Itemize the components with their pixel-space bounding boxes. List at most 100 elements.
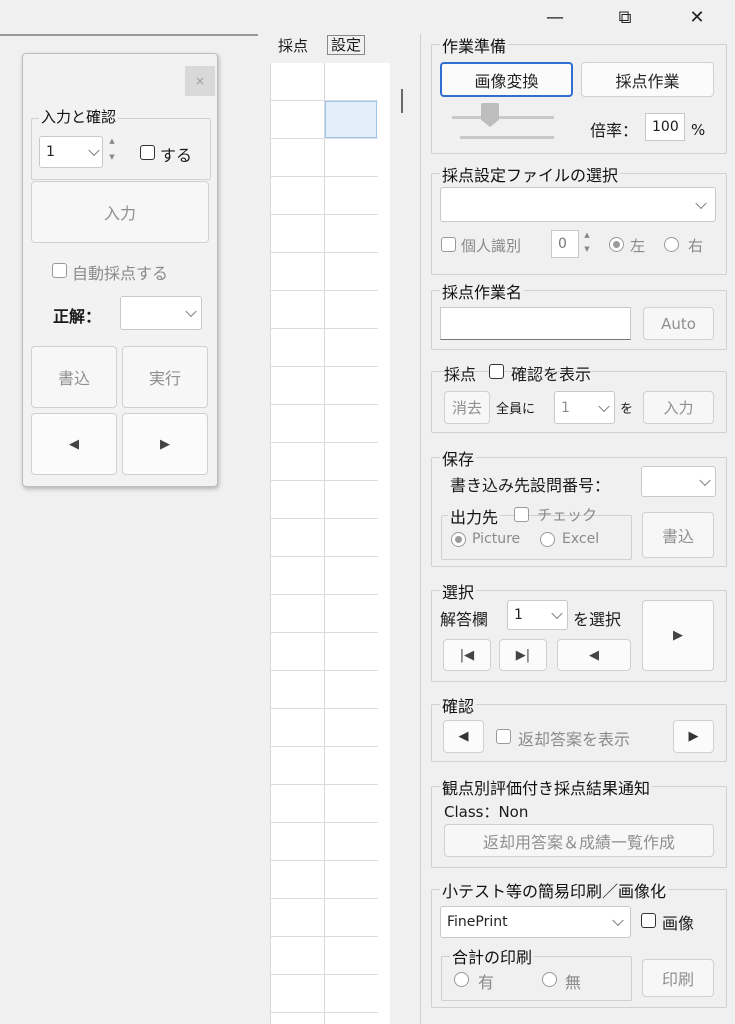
restore-icon: ⧉ [618, 6, 632, 28]
close-button[interactable]: ✕ [674, 0, 720, 34]
personal-id-spinner[interactable]: ▲ ▼ [581, 230, 593, 258]
zoom-slider-ticks [460, 136, 554, 139]
check-checkbox[interactable] [514, 507, 529, 522]
yes-radio[interactable] [454, 972, 469, 987]
answer-select[interactable] [120, 296, 202, 330]
personal-id-input[interactable]: 0 [551, 230, 579, 258]
input-confirm-palette: × 入力と確認 1 ▲ ▼ する 入力 自動採点する 正解： 書込 実行 ◀ ▶ [22, 53, 218, 487]
class-text: Class：Non [444, 803, 529, 821]
palette-close-button[interactable]: × [185, 66, 215, 96]
zoom-slider-track[interactable] [452, 116, 554, 119]
print-button[interactable]: 印刷 [642, 959, 714, 997]
check-label: チェック [537, 506, 598, 524]
grid-column-settings[interactable] [324, 63, 379, 1024]
no-radio[interactable] [542, 972, 557, 987]
grid-row-line [270, 822, 378, 823]
close-icon: ✕ [689, 6, 705, 28]
personal-id-value: 0 [558, 236, 567, 252]
write-button[interactable]: 書込 [31, 346, 117, 408]
grid-scrollbar-thumb[interactable] [401, 89, 403, 113]
show-return-label: 返却答案を表示 [518, 730, 631, 749]
confirm-next-button[interactable]: ▶ [673, 720, 714, 753]
selected-cell[interactable] [325, 101, 377, 138]
grid-row-line [270, 518, 378, 519]
save-dest-select[interactable] [641, 466, 716, 497]
grid-row-line [270, 442, 378, 443]
excel-radio[interactable] [540, 532, 555, 547]
picture-label: Picture [472, 531, 521, 547]
chevron-down-icon [695, 197, 707, 209]
make-report-button[interactable]: 返却用答案＆成績一覧作成 [444, 824, 714, 857]
panel-divider [420, 34, 421, 1024]
settings-file-select[interactable] [440, 187, 716, 222]
convert-image-button[interactable]: 画像変換 [440, 62, 573, 97]
zoom-label: 倍率： [590, 121, 639, 140]
left-radio[interactable] [609, 237, 624, 252]
auto-button[interactable]: Auto [643, 307, 714, 340]
confirm-prev-button[interactable]: ◀ [443, 720, 484, 753]
auto-grade-checkbox[interactable] [52, 263, 67, 278]
grading-work-button[interactable]: 採点作業 [581, 62, 714, 97]
task-name-input[interactable] [440, 307, 631, 340]
grid-row-line [270, 100, 378, 101]
grid-scroll-gutter [378, 63, 390, 1024]
input-button[interactable]: 入力 [31, 181, 209, 243]
picture-radio[interactable] [451, 532, 466, 547]
image-label: 画像 [662, 914, 695, 933]
right-arrow-icon: ▶ [688, 729, 699, 744]
last-button[interactable]: ▶| [499, 639, 547, 671]
output-label: 出力先 [448, 504, 501, 528]
grid-row-line [270, 176, 378, 177]
all-label: 全員に [496, 402, 536, 417]
grading-value-select[interactable]: 1 [554, 391, 615, 424]
show-confirm-checkbox[interactable] [489, 364, 504, 379]
grid-row-line [270, 1012, 378, 1013]
wo-label: を [620, 402, 634, 417]
personal-id-checkbox[interactable] [441, 237, 456, 252]
printer-select[interactable]: FinePrint [440, 906, 631, 938]
grid-row-line [270, 746, 378, 747]
close-icon: × [194, 74, 206, 88]
select-prev-button[interactable]: ◀ [557, 639, 631, 671]
grid-row-line [270, 936, 378, 937]
excel-label: Excel [562, 531, 600, 547]
show-confirm-label: 確認を表示 [511, 365, 592, 384]
grid-header-score[interactable]: 採点 [278, 35, 308, 56]
image-checkbox[interactable] [641, 913, 656, 928]
zoom-input[interactable]: 100 [645, 113, 685, 141]
grid-column-score[interactable] [270, 63, 325, 1024]
minimize-button[interactable]: — [532, 0, 578, 34]
grid-row-line [270, 632, 378, 633]
select-label: を選択 [573, 610, 622, 629]
auto-grade-label: 自動採点する [72, 264, 169, 283]
erase-button[interactable]: 消去 [444, 391, 490, 424]
prev-button[interactable]: ◀ [31, 413, 117, 475]
grid-row-line [270, 404, 378, 405]
grading-input-button[interactable]: 入力 [643, 391, 714, 424]
personal-id-label: 個人識別 [461, 237, 522, 255]
save-write-button[interactable]: 書込 [642, 512, 714, 558]
grid-row-line [270, 480, 378, 481]
next-button[interactable]: ▶ [122, 413, 208, 475]
last-icon: ▶| [515, 647, 531, 663]
select-next-button[interactable]: ▶ [642, 600, 714, 671]
number-spinner[interactable]: ▲ ▼ [106, 136, 118, 168]
grid-header-settings[interactable]: 設定 [327, 35, 366, 55]
answer-col-select[interactable]: 1 [507, 600, 568, 630]
grid-row-line [270, 974, 378, 975]
first-button[interactable]: |◀ [443, 639, 491, 671]
zoom-value: 100 [652, 119, 679, 135]
grid-row-line [270, 670, 378, 671]
number-select[interactable]: 1 [39, 136, 103, 168]
chevron-down-icon [88, 144, 100, 157]
first-icon: |◀ [459, 647, 475, 663]
grid-row-line [270, 328, 378, 329]
show-return-checkbox[interactable] [496, 729, 511, 744]
do-checkbox[interactable] [140, 145, 155, 160]
run-button[interactable]: 実行 [122, 346, 208, 408]
grid-row-line [270, 290, 378, 291]
notify-title: 観点別評価付き採点結果通知 [440, 775, 653, 799]
restore-button[interactable]: ⧉ [602, 0, 648, 34]
right-radio[interactable] [664, 237, 679, 252]
printer-value: FinePrint [447, 914, 508, 930]
